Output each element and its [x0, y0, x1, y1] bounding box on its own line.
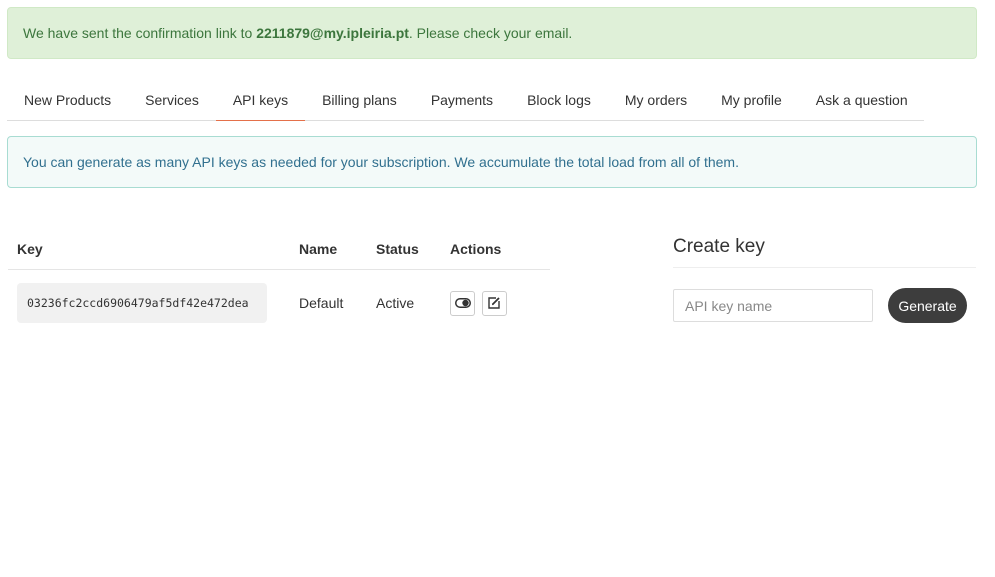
tab-block-logs[interactable]: Block logs [510, 80, 608, 121]
tab-api-keys[interactable]: API keys [215, 80, 306, 121]
key-cell: 03236fc2ccd6906479af5df42e472dea [8, 283, 299, 323]
nav-tabs: New Products Services API keys Billing p… [7, 80, 924, 121]
tab-new-products[interactable]: New Products [7, 80, 128, 121]
info-alert: You can generate as many API keys as nee… [7, 136, 977, 188]
edit-key-button[interactable] [481, 290, 507, 316]
tab-my-profile[interactable]: My profile [704, 80, 799, 121]
table-header: Key Name Status Actions [8, 229, 550, 270]
header-name: Name [299, 241, 338, 257]
tab-my-orders[interactable]: My orders [608, 80, 704, 121]
header-status: Status [376, 241, 419, 257]
alert-suffix: . Please check your email. [408, 25, 573, 41]
toggle-key-button[interactable] [450, 290, 475, 316]
key-status: Active [376, 295, 415, 311]
create-key-title: Create key [673, 229, 976, 268]
key-name: Default [299, 295, 344, 311]
create-key-panel: Create key Generate [673, 229, 976, 328]
email-confirmation-alert: We have sent the confirmation link to 22… [7, 7, 977, 59]
alert-email: 2211879@my.ipleiria.pt [256, 25, 409, 41]
key-actions [450, 290, 550, 316]
tab-payments[interactable]: Payments [414, 80, 510, 121]
generate-button[interactable]: Generate [888, 288, 967, 323]
tab-billing-plans[interactable]: Billing plans [305, 80, 414, 121]
toggle-icon [454, 298, 471, 308]
api-keys-table: Key Name Status Actions 03236fc2ccd69064… [8, 229, 550, 336]
create-key-form: Generate [673, 268, 976, 328]
header-key: Key [17, 241, 43, 257]
header-actions: Actions [450, 241, 502, 257]
api-key-name-input[interactable] [673, 289, 873, 322]
edit-icon [488, 297, 501, 309]
table-row: 03236fc2ccd6906479af5df42e472dea Default… [8, 270, 550, 336]
tab-ask-a-question[interactable]: Ask a question [799, 80, 925, 121]
alert-prefix: We have sent the confirmation link to [23, 25, 257, 41]
tab-services[interactable]: Services [128, 80, 216, 121]
api-key-value[interactable]: 03236fc2ccd6906479af5df42e472dea [17, 283, 267, 323]
